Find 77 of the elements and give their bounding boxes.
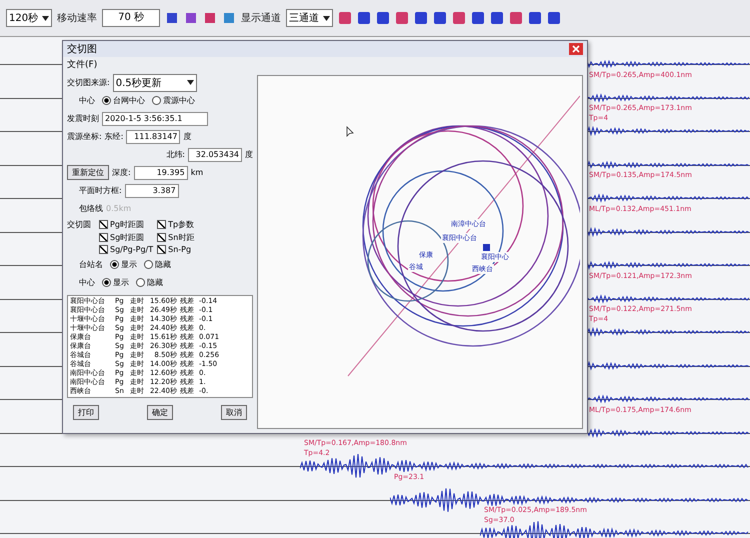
source-dropdown[interactable]: 0.5秒更新	[112, 74, 197, 92]
toolbar-icon[interactable]	[414, 11, 428, 25]
checkbox[interactable]	[157, 220, 166, 229]
seconds-field[interactable]: 70 秒	[102, 9, 160, 27]
toolbar-icon[interactable]	[184, 11, 198, 25]
field-label: 交切圆	[67, 219, 91, 231]
unit-label: 度	[245, 149, 253, 160]
duration-dropdown[interactable]: 120秒	[6, 9, 52, 27]
option-label: Sg/Pg-Pg/T	[110, 245, 154, 254]
checkbox[interactable]	[157, 233, 166, 242]
field-label: 台站名	[79, 259, 103, 270]
radio-button[interactable]	[102, 278, 111, 287]
option-label: Pg时距圆	[110, 219, 144, 230]
field-label: 包络线	[79, 203, 103, 214]
radio-button[interactable]	[136, 278, 145, 287]
option-label: 显示	[113, 277, 129, 288]
toolbar-icon[interactable]	[395, 11, 410, 25]
caret-icon	[323, 16, 330, 20]
time-field[interactable]: 2020-1-5 3:56:35.1	[102, 112, 208, 126]
toolbar-icon[interactable]	[165, 11, 180, 25]
channel-dropdown[interactable]: 三通道	[286, 9, 334, 27]
checkbox[interactable]	[157, 245, 166, 254]
dialog-button[interactable]: 确定	[147, 405, 173, 420]
radio-button[interactable]	[102, 96, 111, 105]
option-label: 台网中心	[113, 95, 145, 106]
radio-button[interactable]	[152, 96, 161, 105]
field-label: 交切图来源:	[67, 77, 110, 88]
toolbar-icon[interactable]	[547, 11, 562, 25]
toolbar-icon[interactable]	[471, 11, 486, 25]
field-label: 平面时方框:	[79, 185, 122, 196]
envelope-value: 0.5km	[106, 204, 132, 213]
option-label: 隐藏	[147, 277, 163, 288]
close-button[interactable]	[569, 43, 583, 55]
speed-label: 移动速率	[57, 12, 98, 25]
input-field[interactable]: 32.053434	[188, 148, 242, 162]
input-field[interactable]: 19.395	[134, 166, 188, 180]
caret-icon	[42, 16, 50, 20]
field-label: 发震时刻	[67, 113, 99, 124]
dialog-button[interactable]: 打印	[73, 405, 99, 420]
toolbar-icon[interactable]	[452, 11, 466, 25]
checkbox[interactable]	[99, 245, 108, 254]
toolbar-icon[interactable]	[490, 11, 504, 25]
toolbar-icon[interactable]	[203, 11, 218, 25]
option-label: 隐藏	[155, 259, 171, 270]
toolbar-icon[interactable]	[376, 11, 390, 25]
input-field[interactable]: 3.387	[124, 184, 179, 198]
checkbox[interactable]	[99, 233, 108, 242]
unit-label: 度	[183, 131, 192, 142]
epicenter-icon	[483, 244, 490, 251]
radio-button[interactable]	[110, 260, 119, 269]
cursor-icon	[346, 126, 354, 138]
option-label: Tp参数	[168, 219, 194, 230]
option-label: Sn时距	[168, 232, 194, 243]
relocate-button[interactable]: 重新定位	[67, 165, 109, 180]
toolbar-icon[interactable]	[222, 11, 236, 25]
field-label: 中心	[79, 95, 95, 106]
radio-button[interactable]	[144, 260, 153, 269]
dialog-button[interactable]: 取消	[221, 405, 247, 420]
option-label: 显示	[121, 259, 137, 270]
field-label: 深度:	[112, 167, 131, 178]
field-label: 东经:	[104, 131, 124, 142]
toolbar-icon[interactable]	[433, 11, 448, 25]
menu-item[interactable]: 文件(F)	[67, 58, 98, 70]
field-label: 北纬:	[166, 149, 185, 160]
input-field[interactable]: 111.83147	[126, 130, 180, 144]
field-label: 震源坐标:	[67, 131, 102, 142]
toolbar-icon[interactable]	[509, 11, 524, 25]
field-label: 中心	[79, 277, 95, 288]
channel-label: 显示通道	[241, 12, 282, 25]
option-label: 震源中心	[163, 95, 195, 106]
window-title: 交切图	[67, 42, 97, 56]
unit-label: km	[190, 168, 204, 177]
option-label: Sn-Pg	[168, 245, 192, 254]
checkbox[interactable]	[99, 220, 108, 229]
caret-icon	[186, 80, 194, 85]
option-label: Sg时距圆	[110, 232, 144, 243]
toolbar-icon[interactable]	[528, 11, 542, 25]
